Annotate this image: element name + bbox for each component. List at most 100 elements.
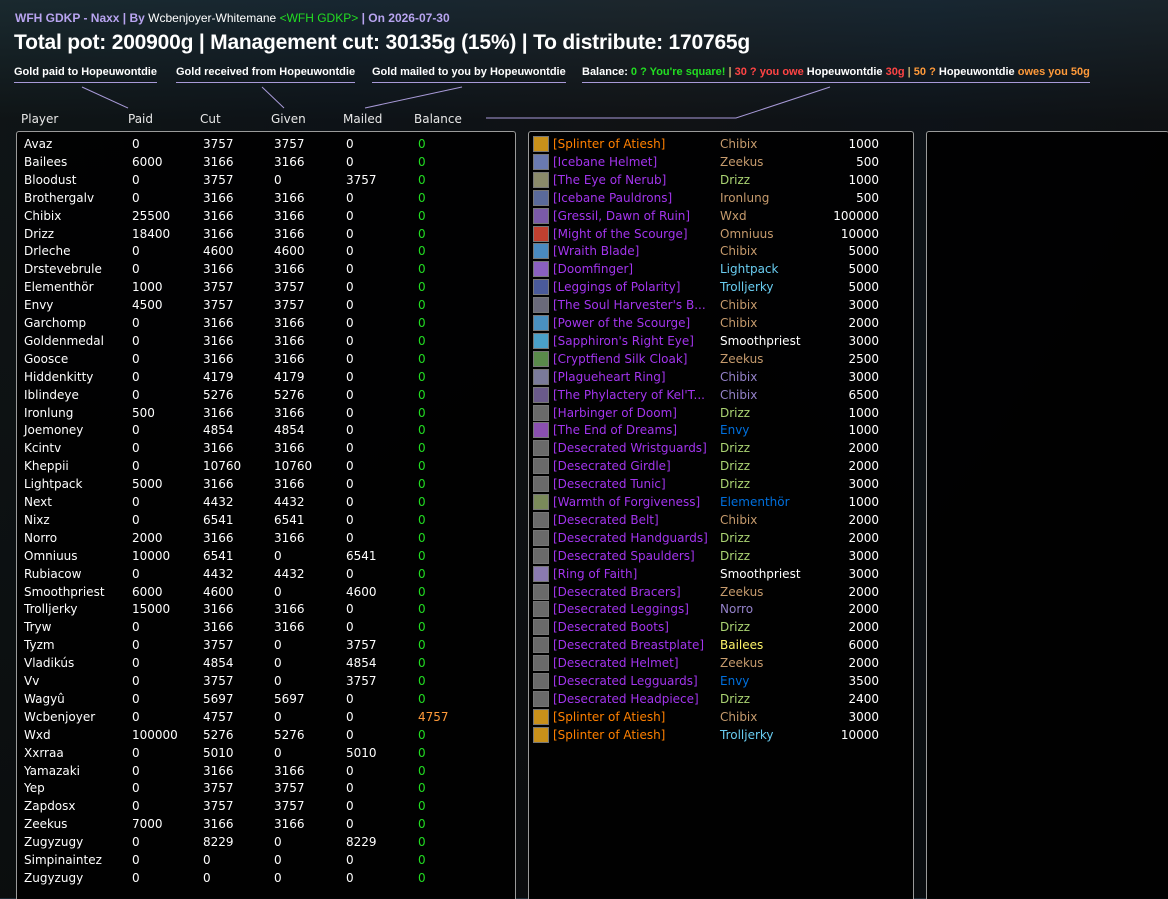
list-item[interactable]: [Splinter of Atiesh] Chibix 3000 [529,708,911,726]
list-item[interactable]: [Ring of Faith] Smoothpriest 3000 [529,565,911,583]
item-link[interactable]: [Splinter of Atiesh] [553,135,665,153]
list-item[interactable]: [Warmth of Forgiveness] Elementhör 1000 [529,493,911,511]
list-item[interactable]: [Desecrated Bracers] Zeekus 2000 [529,583,911,601]
table-row[interactable]: Vv 0 3757 0 3757 0 [17,672,513,690]
list-item[interactable]: [Desecrated Handguards] Drizz 2000 [529,529,911,547]
item-link[interactable]: [The Phylactery of Kel'T... [553,386,705,404]
table-row[interactable]: Yamazaki 0 3166 3166 0 0 [17,762,513,780]
table-row[interactable]: Goldenmedal 0 3166 3166 0 0 [17,332,513,350]
list-item[interactable]: [Desecrated Belt] Chibix 2000 [529,511,911,529]
list-item[interactable]: [Desecrated Breastplate] Bailees 6000 [529,636,911,654]
list-item[interactable]: [Icebane Helmet] Zeekus 500 [529,153,911,171]
item-link[interactable]: [Splinter of Atiesh] [553,726,665,744]
item-link[interactable]: [Desecrated Girdle] [553,457,671,475]
table-row[interactable]: Zugyzugy 0 0 0 0 0 [17,869,513,887]
table-row[interactable]: Goosce 0 3166 3166 0 0 [17,350,513,368]
item-link[interactable]: [Plagueheart Ring] [553,368,666,386]
item-link[interactable]: [Icebane Helmet] [553,153,657,171]
list-item[interactable]: [Desecrated Headpiece] Drizz 2400 [529,690,911,708]
table-row[interactable]: Chibix 25500 3166 3166 0 0 [17,207,513,225]
list-item[interactable]: [Plagueheart Ring] Chibix 3000 [529,368,911,386]
item-link[interactable]: [Warmth of Forgiveness] [553,493,700,511]
list-item[interactable]: [Desecrated Boots] Drizz 2000 [529,618,911,636]
list-item[interactable]: [Desecrated Wristguards] Drizz 2000 [529,439,911,457]
item-link[interactable]: [Desecrated Breastplate] [553,636,704,654]
item-link[interactable]: [Desecrated Tunic] [553,475,666,493]
table-row[interactable]: Rubiacow 0 4432 4432 0 0 [17,565,513,583]
list-item[interactable]: [Desecrated Girdle] Drizz 2000 [529,457,911,475]
item-link[interactable]: [Desecrated Boots] [553,618,669,636]
item-link[interactable]: [The End of Dreams] [553,421,677,439]
table-row[interactable]: Wagyû 0 5697 5697 0 0 [17,690,513,708]
table-row[interactable]: Omniuus 10000 6541 0 6541 0 [17,547,513,565]
table-row[interactable]: Brothergalv 0 3166 3166 0 0 [17,189,513,207]
table-row[interactable]: Smoothpriest 6000 4600 0 4600 0 [17,583,513,601]
table-row[interactable]: Drstevebrule 0 3166 3166 0 0 [17,260,513,278]
item-link[interactable]: [Desecrated Legguards] [553,672,698,690]
item-link[interactable]: [Desecrated Wristguards] [553,439,707,457]
list-item[interactable]: [Desecrated Tunic] Drizz 3000 [529,475,911,493]
table-row[interactable]: Xxrraa 0 5010 0 5010 0 [17,744,513,762]
item-link[interactable]: [Icebane Pauldrons] [553,189,672,207]
loot-panel[interactable]: [Splinter of Atiesh] Chibix 1000 [Icebane H… [528,131,914,899]
table-row[interactable]: Elementhör 1000 3757 3757 0 0 [17,278,513,296]
list-item[interactable]: [Desecrated Leggings] Norro 2000 [529,600,911,618]
table-row[interactable]: Iblindeye 0 5276 5276 0 0 [17,386,513,404]
item-link[interactable]: [Power of the Scourge] [553,314,690,332]
table-row[interactable]: Zapdosx 0 3757 3757 0 0 [17,797,513,815]
table-row[interactable]: Nixz 0 6541 6541 0 0 [17,511,513,529]
list-item[interactable]: [Desecrated Spaulders] Drizz 3000 [529,547,911,565]
players-panel[interactable]: Avaz 0 3757 3757 0 0 Bailees 6000 3166 3166 0 0 Bloo… [16,131,516,899]
list-item[interactable]: [Splinter of Atiesh] Chibix 1000 [529,135,911,153]
table-row[interactable]: Hiddenkitty 0 4179 4179 0 0 [17,368,513,386]
table-row[interactable]: Tryw 0 3166 3166 0 0 [17,618,513,636]
table-row[interactable]: Simpinaintez 0 0 0 0 0 [17,851,513,869]
list-item[interactable]: [Power of the Scourge] Chibix 2000 [529,314,911,332]
item-link[interactable]: [Splinter of Atiesh] [553,708,665,726]
table-row[interactable]: Yep 0 3757 3757 0 0 [17,779,513,797]
table-row[interactable]: Drizz 18400 3166 3166 0 0 [17,225,513,243]
item-link[interactable]: [Harbinger of Doom] [553,404,677,422]
item-link[interactable]: [Desecrated Leggings] [553,600,689,618]
list-item[interactable]: [Cryptfiend Silk Cloak] Zeekus 2500 [529,350,911,368]
list-item[interactable]: [Leggings of Polarity] Trolljerky 5000 [529,278,911,296]
table-row[interactable]: Bailees 6000 3166 3166 0 0 [17,153,513,171]
list-item[interactable]: [The Eye of Nerub] Drizz 1000 [529,171,911,189]
item-link[interactable]: [The Eye of Nerub] [553,171,666,189]
item-link[interactable]: [Wraith Blade] [553,242,639,260]
table-row[interactable]: Ironlung 500 3166 3166 0 0 [17,404,513,422]
table-row[interactable]: Zugyzugy 0 8229 0 8229 0 [17,833,513,851]
item-link[interactable]: [Sapphiron's Right Eye] [553,332,694,350]
item-link[interactable]: [The Soul Harvester's B... [553,296,706,314]
table-row[interactable]: Drleche 0 4600 4600 0 0 [17,242,513,260]
list-item[interactable]: [Harbinger of Doom] Drizz 1000 [529,404,911,422]
list-item[interactable]: [Icebane Pauldrons] Ironlung 500 [529,189,911,207]
table-row[interactable]: Next 0 4432 4432 0 0 [17,493,513,511]
table-row[interactable]: Kcintv 0 3166 3166 0 0 [17,439,513,457]
list-item[interactable]: [Doomfinger] Lightpack 5000 [529,260,911,278]
table-row[interactable]: Zeekus 7000 3166 3166 0 0 [17,815,513,833]
list-item[interactable]: [Wraith Blade] Chibix 5000 [529,242,911,260]
table-row[interactable]: Vladikús 0 4854 0 4854 0 [17,654,513,672]
table-row[interactable]: Envy 4500 3757 3757 0 0 [17,296,513,314]
list-item[interactable]: [Gressil, Dawn of Ruin] Wxd 100000 [529,207,911,225]
list-item[interactable]: [The End of Dreams] Envy 1000 [529,421,911,439]
table-row[interactable]: Garchomp 0 3166 3166 0 0 [17,314,513,332]
item-link[interactable]: [Desecrated Bracers] [553,583,681,601]
table-row[interactable]: Tyzm 0 3757 0 3757 0 [17,636,513,654]
item-link[interactable]: [Cryptfiend Silk Cloak] [553,350,687,368]
item-link[interactable]: [Doomfinger] [553,260,633,278]
list-item[interactable]: [Might of the Scourge] Omniuus 10000 [529,225,911,243]
item-link[interactable]: [Desecrated Handguards] [553,529,708,547]
table-row[interactable]: Joemoney 0 4854 4854 0 0 [17,421,513,439]
table-row[interactable]: Wxd 100000 5276 5276 0 0 [17,726,513,744]
table-row[interactable]: Wcbenjoyer 0 4757 0 0 4757 [17,708,513,726]
list-item[interactable]: [Sapphiron's Right Eye] Smoothpriest 3000 [529,332,911,350]
list-item[interactable]: [The Phylactery of Kel'T... Chibix 6500 [529,386,911,404]
table-row[interactable]: Kheppii 0 10760 10760 0 0 [17,457,513,475]
list-item[interactable]: [Splinter of Atiesh] Trolljerky 10000 [529,726,911,744]
table-row[interactable]: Bloodust 0 3757 0 3757 0 [17,171,513,189]
list-item[interactable]: [Desecrated Helmet] Zeekus 2000 [529,654,911,672]
list-item[interactable]: [The Soul Harvester's B... Chibix 3000 [529,296,911,314]
item-link[interactable]: [Desecrated Belt] [553,511,659,529]
